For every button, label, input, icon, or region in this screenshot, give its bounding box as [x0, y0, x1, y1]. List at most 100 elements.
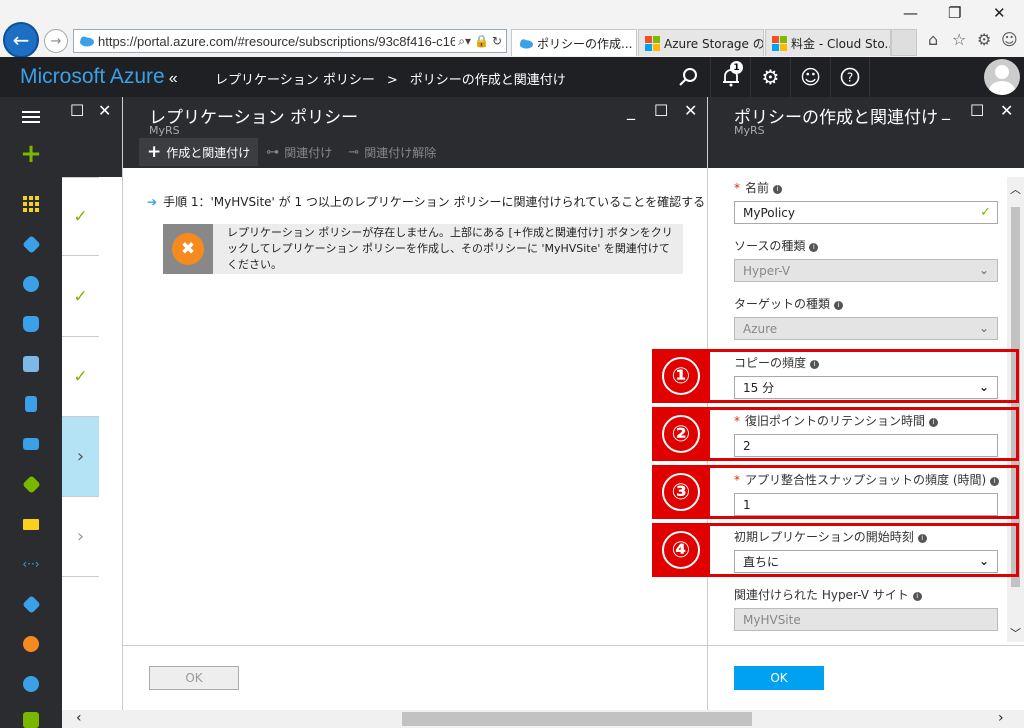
source-type-select: Hyper-V ⌄ — [734, 259, 998, 282]
maximize-icon[interactable]: ☐ — [970, 101, 984, 120]
url-text[interactable]: https://portal.azure.com/#resource/subsc… — [98, 34, 455, 49]
close-window-button[interactable]: ✕ — [993, 4, 1006, 22]
forward-button[interactable]: → — [44, 29, 68, 53]
nav-storage[interactable] — [0, 384, 62, 424]
smiley-icon[interactable]: ☺ — [1001, 30, 1018, 49]
chevron-down-icon: ⌄ — [978, 263, 989, 277]
blade-header: レプリケーション ポリシー MyRS _ ☐ ✕ + 作成と関連付け ⊶ 関連付け … — [123, 97, 707, 168]
target-type-select: Azure ⌄ — [734, 317, 998, 340]
name-input[interactable]: MyPolicy ✓ — [734, 201, 998, 224]
link-icon: ⊶ — [266, 144, 280, 160]
search-button[interactable] — [668, 57, 708, 97]
select-value: Azure — [743, 321, 778, 336]
notification-badge: 1 — [730, 61, 743, 74]
step-item-1[interactable]: ✓ — [62, 177, 99, 256]
scrollbar-thumb[interactable] — [402, 712, 752, 726]
settings-button[interactable]: ⚙ — [750, 57, 790, 97]
hyperv-site-field: 関連付けられた Hyper-V サイト i MyHVSite — [734, 586, 1004, 631]
avatar[interactable] — [984, 59, 1020, 95]
lock-icon[interactable]: 🔒 — [474, 34, 489, 48]
tab-azure-storage[interactable]: Azure Storage の... — [638, 29, 764, 56]
minimize-icon[interactable]: _ — [942, 101, 950, 120]
field-label: ソースの種類 — [734, 239, 806, 253]
help-button[interactable]: ? — [830, 57, 870, 97]
globe-icon — [23, 276, 39, 292]
brand-text: Microsoft Azure — [20, 65, 165, 88]
breadcrumb-item[interactable]: レプリケーション ポリシー — [215, 73, 375, 88]
tab-label: 料金 - Cloud Sto... — [791, 36, 891, 51]
step-item-3[interactable]: ✓ — [62, 337, 99, 417]
nav-sql[interactable] — [0, 304, 62, 344]
back-button[interactable]: ← — [3, 22, 39, 58]
microsoft-logo-icon — [645, 35, 660, 51]
steps-blade: ☐ ✕ ✓ ✓ ✓ › › — [62, 97, 123, 728]
minimize-button[interactable]: — — [903, 4, 918, 22]
nav-security[interactable] — [0, 704, 62, 728]
cube-icon — [21, 234, 41, 254]
maximize-icon[interactable]: ☐ — [70, 101, 84, 120]
hyperv-site-input: MyHVSite — [734, 608, 998, 631]
breadcrumb: レプリケーション ポリシー > ポリシーの作成と関連付け — [215, 69, 566, 88]
nav-web-apps[interactable] — [0, 264, 62, 304]
new-resource-button[interactable]: + — [0, 134, 62, 174]
associate-button[interactable]: ⊶ 関連付け — [258, 138, 340, 166]
tab-policy-create[interactable]: ポリシーの作成... ✕ — [511, 29, 637, 56]
nav-app-services[interactable] — [0, 584, 62, 624]
card-icon — [23, 518, 39, 530]
feedback-button[interactable]: ☺ — [790, 57, 830, 97]
nav-resource-groups[interactable] — [0, 224, 62, 264]
field-label: ターゲットの種類 — [734, 297, 831, 311]
restore-button[interactable]: ❐ — [948, 4, 961, 22]
nav-connections[interactable]: ‹··› — [0, 544, 62, 584]
refresh-icon[interactable]: ↻ — [492, 34, 502, 48]
nav-subscriptions[interactable] — [0, 504, 62, 544]
blade-header: ポリシーの作成と関連付け MyRS _ ☐ ✕ — [708, 97, 1024, 168]
ok-button[interactable]: OK — [734, 666, 824, 690]
ok-button-disabled[interactable]: OK — [149, 666, 239, 690]
info-icon[interactable]: i — [834, 301, 844, 310]
info-icon[interactable]: i — [912, 592, 922, 601]
nav-cloud-services[interactable] — [0, 344, 62, 384]
search-icon[interactable]: ⌕▾ — [458, 34, 471, 49]
info-icon[interactable]: i — [773, 185, 783, 194]
settings-gear-icon[interactable]: ⚙ — [977, 30, 991, 49]
dissociate-button[interactable]: ⊸ 関連付け解除 — [340, 138, 444, 166]
collapse-chevron-icon[interactable]: « — [169, 70, 178, 87]
annotation-label: ③ — [662, 473, 700, 511]
scroll-down-icon[interactable]: ﹀ — [1010, 625, 1021, 641]
nav-monitor[interactable] — [0, 624, 62, 664]
smiley-icon: ☺ — [800, 65, 821, 89]
nav-dashboard[interactable] — [0, 184, 62, 224]
monitor-icon — [23, 438, 39, 450]
step-text: 手順 1：'MyHVSite' が 1 つ以上のレプリケーション ポリシーに関連… — [163, 195, 706, 209]
tab-pricing[interactable]: 料金 - Cloud Sto... — [765, 29, 891, 56]
scroll-left-icon[interactable]: ‹ — [76, 710, 82, 726]
close-icon[interactable]: ✕ — [1000, 101, 1013, 120]
hamburger-menu[interactable] — [0, 97, 62, 137]
scroll-right-icon[interactable]: › — [998, 710, 1004, 726]
home-icon[interactable]: ⌂ — [928, 30, 938, 49]
nav-support[interactable] — [0, 664, 62, 704]
step-item-5[interactable]: › — [62, 497, 99, 577]
menu-icon — [22, 111, 40, 123]
nav-networking[interactable] — [0, 464, 62, 504]
horizontal-scrollbar[interactable]: ‹ › — [62, 710, 1024, 728]
create-associate-button[interactable]: + 作成と関連付け — [139, 138, 259, 166]
search-icon — [679, 68, 697, 86]
maximize-icon[interactable]: ☐ — [654, 101, 668, 120]
scroll-up-icon[interactable]: ︿ — [1010, 181, 1021, 197]
chevron-right-icon: › — [76, 526, 85, 547]
address-bar[interactable]: https://portal.azure.com/#resource/subsc… — [73, 29, 507, 53]
info-icon[interactable]: i — [809, 243, 819, 252]
minimize-icon[interactable]: _ — [627, 101, 635, 120]
favorites-star-icon[interactable]: ☆ — [952, 30, 966, 49]
close-icon[interactable]: ✕ — [684, 101, 697, 120]
azure-brand[interactable]: Microsoft Azure « — [20, 65, 178, 89]
notifications-button[interactable]: 1 — [710, 57, 750, 97]
breadcrumb-item[interactable]: ポリシーの作成と関連付け — [410, 73, 566, 88]
step-item-4[interactable]: › — [62, 417, 99, 497]
close-icon[interactable]: ✕ — [98, 101, 111, 120]
new-tab-button[interactable] — [891, 29, 917, 56]
step-item-2[interactable]: ✓ — [62, 257, 99, 337]
nav-virtual-machines[interactable] — [0, 424, 62, 464]
